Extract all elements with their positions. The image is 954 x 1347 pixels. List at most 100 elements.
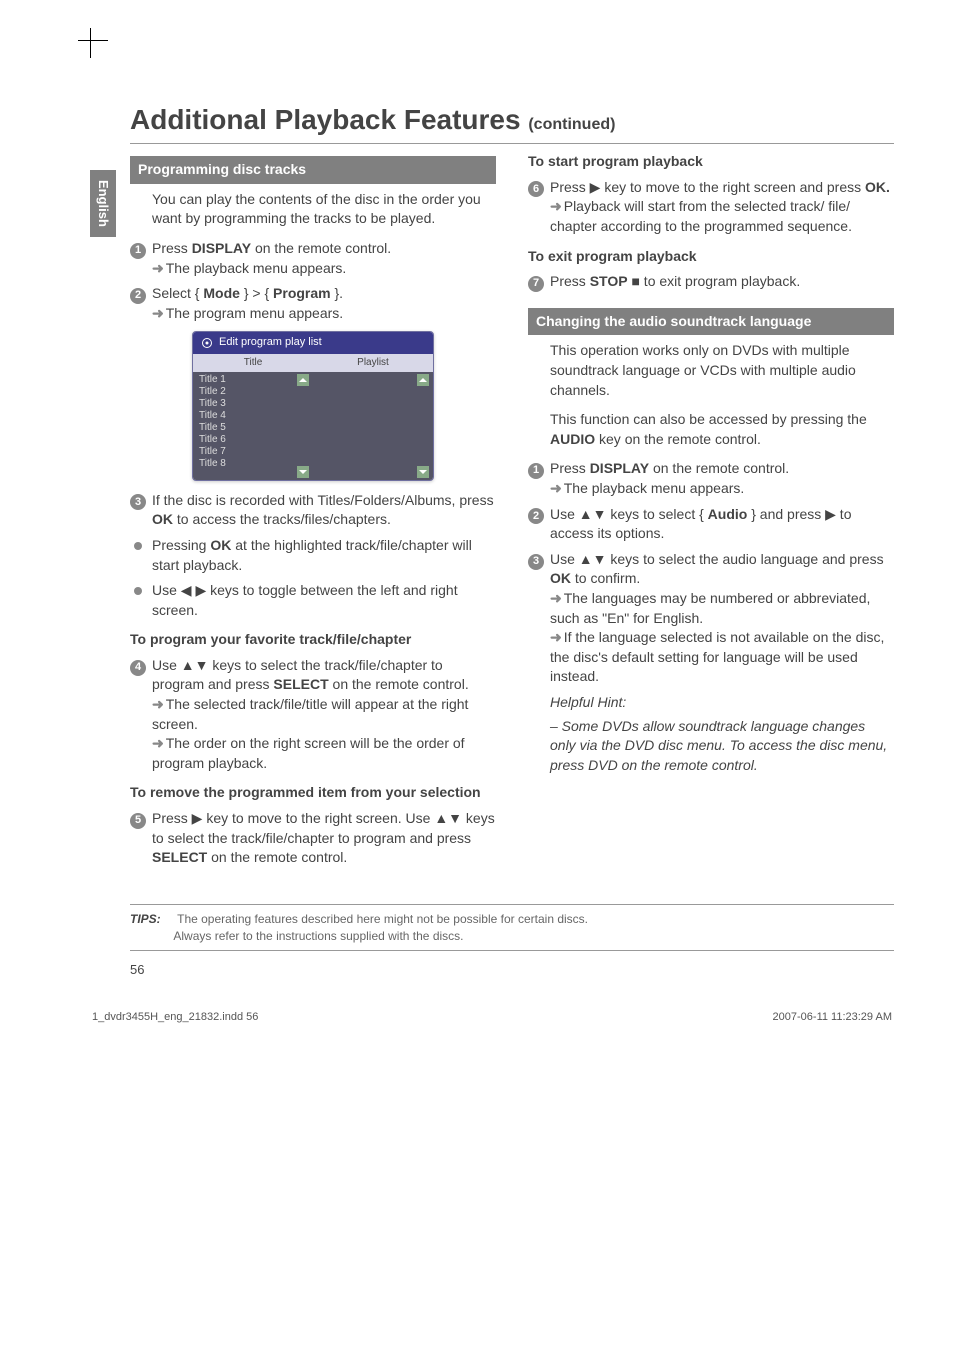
- result-text: The order on the right screen will be th…: [152, 735, 465, 771]
- scroll-up-icon: [417, 374, 429, 386]
- text: This function can also be accessed by pr…: [550, 411, 867, 427]
- bullet-icon: [134, 587, 142, 595]
- text: Select {: [152, 285, 203, 301]
- text: Press ▶ key to move to the right screen …: [550, 179, 865, 195]
- step-body: If the disc is recorded with Titles/Fold…: [152, 491, 496, 530]
- title-main: Additional Playback Features: [130, 104, 528, 135]
- step-number-icon: 2: [130, 288, 146, 304]
- step-4: 4 Use ▲▼ keys to select the track/file/c…: [130, 656, 496, 774]
- key-label: Mode: [203, 285, 240, 301]
- result-text: The selected track/file/title will appea…: [152, 696, 468, 732]
- step-body: Press DISPLAY on the remote control. ➜Th…: [152, 239, 496, 278]
- text: to confirm.: [571, 570, 640, 586]
- list-item: Title 8: [199, 458, 307, 470]
- step-6: 6 Press ▶ key to move to the right scree…: [528, 178, 894, 237]
- step-number-icon: 4: [130, 660, 146, 676]
- text: Press: [550, 460, 590, 476]
- para: This function can also be accessed by pr…: [550, 410, 894, 449]
- tips-box: TIPS: The operating features described h…: [130, 904, 894, 952]
- result-arrow-icon: ➜: [550, 480, 562, 496]
- list-item: Title 2: [199, 386, 307, 398]
- subheading-program: To program your favorite track/file/chap…: [130, 630, 496, 650]
- list-item: Title 1: [199, 374, 307, 386]
- columns: Programming disc tracks You can play the…: [130, 152, 894, 874]
- key-label: DISPLAY: [192, 240, 251, 256]
- subheading-remove: To remove the programmed item from your …: [130, 783, 496, 803]
- step-number-icon: 5: [130, 813, 146, 829]
- result-arrow-icon: ➜: [152, 735, 164, 751]
- key-label: OK.: [865, 179, 890, 195]
- result-arrow-icon: ➜: [152, 260, 164, 276]
- result-text: The languages may be numbered or abbrevi…: [550, 590, 870, 626]
- language-tab: English: [90, 170, 116, 237]
- step-number-icon: 1: [528, 463, 544, 479]
- playlist-titlebar: Edit program play list: [193, 332, 433, 353]
- playlist-body: Title 1 Title 2 Title 3 Title 4 Title 5 …: [193, 372, 433, 480]
- playlist-title-text: Edit program play list: [219, 335, 322, 350]
- list-item: Title 6: [199, 434, 307, 446]
- step-body: Pressing OK at the highlighted track/fil…: [152, 536, 496, 575]
- result-text: The playback menu appears.: [564, 480, 745, 496]
- step-body: Press ▶ key to move to the right screen …: [550, 178, 894, 237]
- playlist-col-playlist: Playlist: [313, 354, 433, 372]
- left-column: Programming disc tracks You can play the…: [130, 152, 496, 874]
- title-continued: (continued): [528, 116, 615, 133]
- step-body: Use ◀ ▶ keys to toggle between the left …: [152, 581, 496, 620]
- step-3: 3 If the disc is recorded with Titles/Fo…: [130, 491, 496, 530]
- result-text: If the language selected is not availabl…: [550, 629, 884, 684]
- key-label: STOP: [590, 273, 628, 289]
- step-body: Use ▲▼ keys to select the audio language…: [550, 550, 894, 687]
- step-5: 5 Press ▶ key to move to the right scree…: [130, 809, 496, 868]
- hint-heading: Helpful Hint:: [550, 693, 894, 713]
- right-step-2: 2 Use ▲▼ keys to select { Audio } and pr…: [528, 505, 894, 544]
- right-column: To start program playback 6 Press ▶ key …: [528, 152, 894, 874]
- hint-body: – Some DVDs allow soundtrack language ch…: [550, 717, 894, 776]
- key-label: Program: [273, 285, 331, 301]
- key-label: DISPLAY: [590, 460, 649, 476]
- result-arrow-icon: ➜: [550, 198, 562, 214]
- bullet-item: Use ◀ ▶ keys to toggle between the left …: [130, 581, 496, 620]
- text: }.: [331, 285, 343, 301]
- bullet-item: Pressing OK at the highlighted track/fil…: [130, 536, 496, 575]
- text: Press: [152, 240, 192, 256]
- result-text: The playback menu appears.: [166, 260, 347, 276]
- scroll-down-icon: [417, 466, 429, 478]
- result-arrow-icon: ➜: [152, 696, 164, 712]
- step-number-icon: 3: [130, 494, 146, 510]
- title-rule: [130, 143, 894, 144]
- footer-left: 1_dvdr3455H_eng_21832.indd 56: [92, 1010, 258, 1025]
- list-item: Title 3: [199, 398, 307, 410]
- playlist-title-list: Title 1 Title 2 Title 3 Title 4 Title 5 …: [193, 372, 313, 480]
- step-body: Press ▶ key to move to the right screen.…: [152, 809, 496, 868]
- text: on the remote control.: [329, 676, 469, 692]
- key-label: OK: [152, 511, 173, 527]
- playlist-col-title: Title: [193, 354, 313, 372]
- step-number-icon: 1: [130, 243, 146, 259]
- text: Press ▶ key to move to the right screen.…: [152, 810, 495, 846]
- print-footer: 1_dvdr3455H_eng_21832.indd 56 2007-06-11…: [90, 1010, 894, 1025]
- result-text: The program menu appears.: [166, 305, 343, 321]
- playlist-columns: Title Playlist: [193, 354, 433, 372]
- step-body: Press STOP ■ to exit program playback.: [550, 272, 894, 292]
- text: ■ to exit program playback.: [628, 273, 801, 289]
- crop-mark: [78, 40, 108, 41]
- text: Press: [550, 273, 590, 289]
- step-number-icon: 2: [528, 508, 544, 524]
- text: on the remote control.: [251, 240, 391, 256]
- result-arrow-icon: ➜: [152, 305, 164, 321]
- right-step-3: 3 Use ▲▼ keys to select the audio langua…: [528, 550, 894, 687]
- crop-mark: [90, 28, 91, 58]
- key-label: SELECT: [273, 676, 328, 692]
- list-item: Title 4: [199, 410, 307, 422]
- tips-line: The operating features described here mi…: [177, 912, 588, 926]
- step-1: 1 Press DISPLAY on the remote control. ➜…: [130, 239, 496, 278]
- page: English Additional Playback Features (co…: [0, 0, 954, 1065]
- tips-label: TIPS:: [130, 912, 161, 926]
- step-number-icon: 6: [528, 181, 544, 197]
- tips-line: Always refer to the instructions supplie…: [173, 929, 463, 943]
- section-heading-programming: Programming disc tracks: [130, 156, 496, 184]
- step-body: Use ▲▼ keys to select { Audio } and pres…: [550, 505, 894, 544]
- key-label: SELECT: [152, 849, 207, 865]
- text: Pressing: [152, 537, 210, 553]
- text: on the remote control.: [649, 460, 789, 476]
